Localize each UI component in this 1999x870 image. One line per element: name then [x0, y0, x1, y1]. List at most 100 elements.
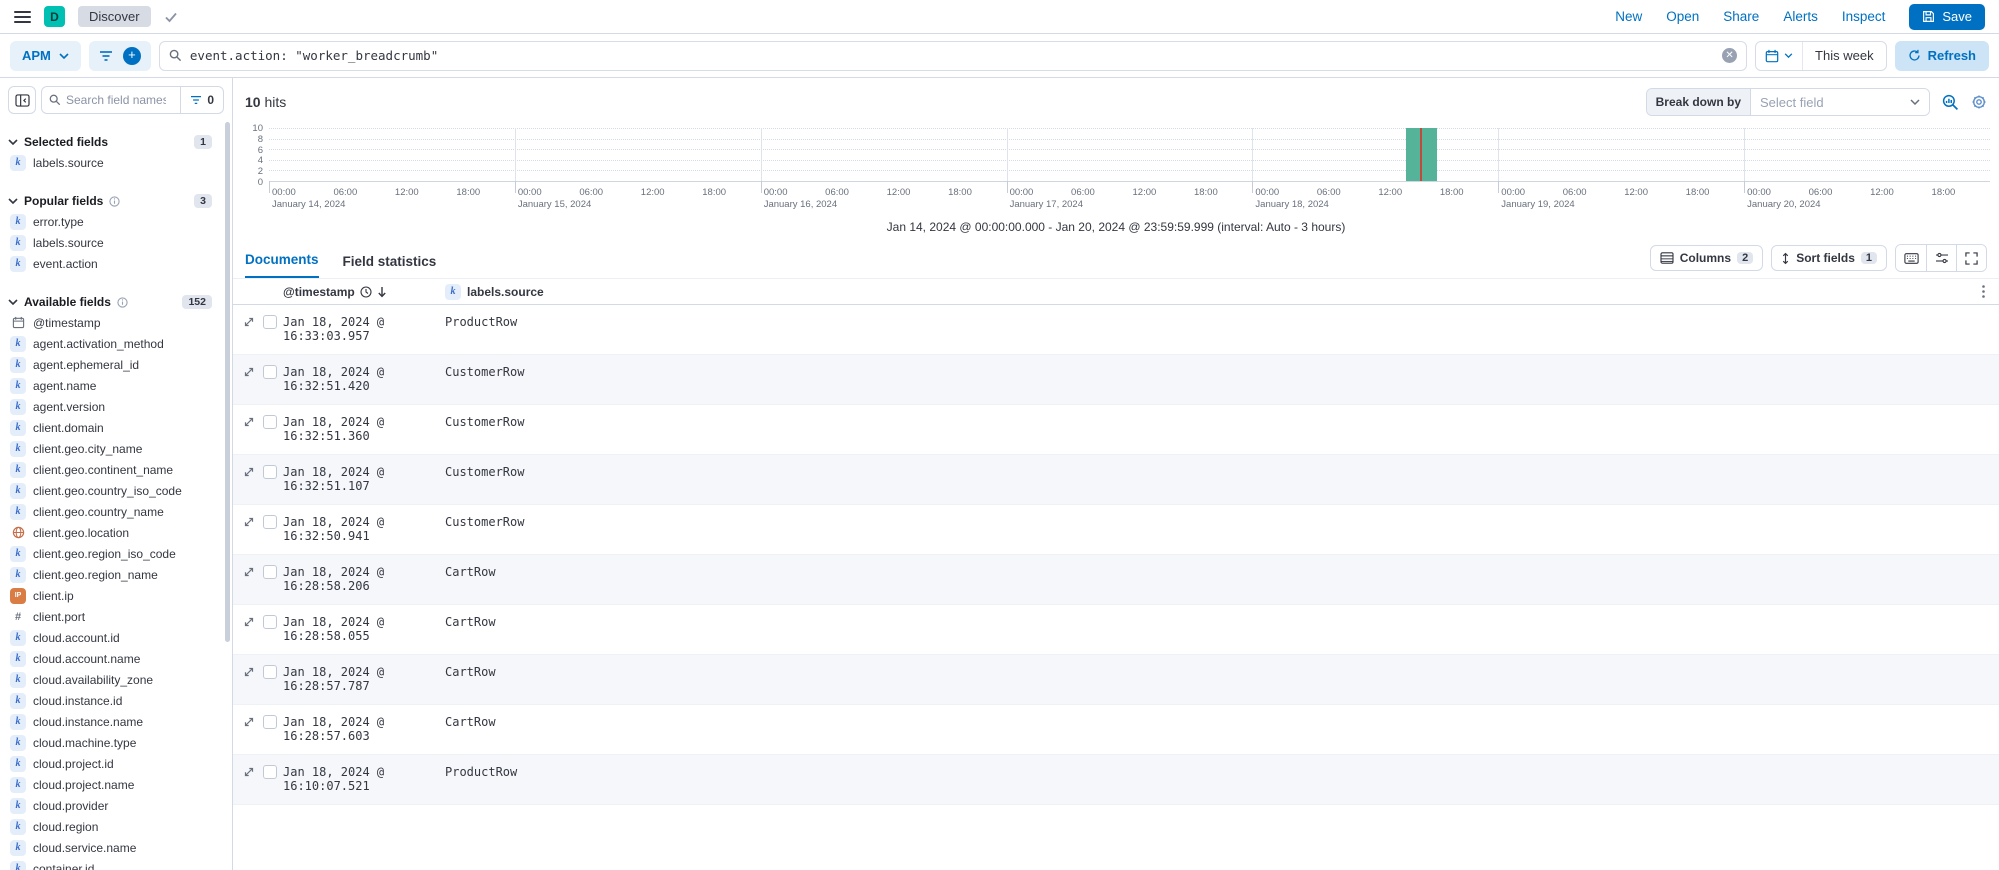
sidebar-field-item[interactable]: k container.id: [8, 858, 224, 870]
sidebar-field-item[interactable]: k error.type: [8, 211, 224, 232]
histogram-plot-area[interactable]: 00:00 06:00 12:00 18:00 January 14, 2024 00:0…: [269, 128, 1990, 210]
sidebar-field-item[interactable]: k cloud.instance.name: [8, 711, 224, 732]
table-row[interactable]: Jan 18, 2024 @ 16:32:51.420 CustomerRow: [233, 355, 1999, 405]
expand-document-icon[interactable]: [243, 566, 255, 578]
sidebar-field-item[interactable]: k labels.source: [8, 152, 224, 173]
breakdown-field-select[interactable]: Select field: [1751, 89, 1929, 115]
cell-labels-source[interactable]: ProductRow: [445, 765, 1999, 779]
tab-field-statistics[interactable]: Field statistics: [343, 254, 437, 278]
row-checkbox[interactable]: [263, 465, 277, 479]
cell-labels-source[interactable]: CartRow: [445, 565, 1999, 579]
cell-labels-source[interactable]: CartRow: [445, 615, 1999, 629]
expand-document-icon[interactable]: [243, 766, 255, 778]
explore-in-lens-icon[interactable]: [1942, 94, 1959, 111]
data-view-picker[interactable]: APM: [10, 40, 81, 71]
refresh-button[interactable]: Refresh: [1894, 40, 1989, 71]
column-header-timestamp[interactable]: @timestamp: [283, 285, 445, 299]
sidebar-field-item[interactable]: k cloud.availability_zone: [8, 669, 224, 690]
table-row[interactable]: Jan 18, 2024 @ 16:32:50.941 CustomerRow: [233, 505, 1999, 555]
sidebar-field-item[interactable]: k agent.name: [8, 375, 224, 396]
cell-timestamp[interactable]: Jan 18, 2024 @ 16:28:57.787: [283, 665, 445, 693]
inspect-link[interactable]: Inspect: [1842, 9, 1886, 24]
row-checkbox[interactable]: [263, 415, 277, 429]
table-row[interactable]: Jan 18, 2024 @ 16:10:07.521 ProductRow: [233, 755, 1999, 805]
cell-timestamp[interactable]: Jan 18, 2024 @ 16:28:58.055: [283, 615, 445, 643]
menu-icon[interactable]: [14, 10, 31, 23]
save-button[interactable]: Save: [1909, 3, 1985, 30]
expand-document-icon[interactable]: [243, 366, 255, 378]
clear-query-icon[interactable]: ✕: [1722, 48, 1738, 63]
cell-labels-source[interactable]: ProductRow: [445, 315, 1999, 329]
expand-document-icon[interactable]: [243, 716, 255, 728]
table-row[interactable]: Jan 18, 2024 @ 16:33:03.957 ProductRow: [233, 305, 1999, 355]
expand-document-icon[interactable]: [243, 466, 255, 478]
cell-timestamp[interactable]: Jan 18, 2024 @ 16:32:51.420: [283, 365, 445, 393]
sidebar-field-item[interactable]: k client.geo.city_name: [8, 438, 224, 459]
row-checkbox[interactable]: [263, 565, 277, 579]
cell-labels-source[interactable]: CartRow: [445, 715, 1999, 729]
available-fields-header[interactable]: Available fields 152: [8, 292, 224, 312]
open-link[interactable]: Open: [1666, 9, 1699, 24]
cell-labels-source[interactable]: CustomerRow: [445, 415, 1999, 429]
table-row[interactable]: Jan 18, 2024 @ 16:28:58.055 CartRow: [233, 605, 1999, 655]
sidebar-field-item[interactable]: k client.geo.region_iso_code: [8, 543, 224, 564]
alerts-link[interactable]: Alerts: [1783, 9, 1818, 24]
app-logo[interactable]: D: [44, 6, 65, 27]
gear-icon[interactable]: [1971, 94, 1987, 110]
sidebar-field-item[interactable]: k cloud.provider: [8, 795, 224, 816]
sidebar-field-item[interactable]: k client.geo.region_name: [8, 564, 224, 585]
sort-fields-button[interactable]: Sort fields 1: [1771, 245, 1887, 271]
row-checkbox[interactable]: [263, 365, 277, 379]
sidebar-field-item[interactable]: k event.action: [8, 253, 224, 274]
sidebar-field-item[interactable]: k labels.source: [8, 232, 224, 253]
sort-descending-icon[interactable]: [377, 286, 387, 298]
sidebar-field-item[interactable]: k client.geo.country_iso_code: [8, 480, 224, 501]
sidebar-field-item[interactable]: k agent.ephemeral_id: [8, 354, 224, 375]
breadcrumb-discover[interactable]: Discover: [78, 6, 151, 27]
expand-document-icon[interactable]: [243, 416, 255, 428]
sidebar-field-item[interactable]: k client.domain: [8, 417, 224, 438]
expand-document-icon[interactable]: [243, 666, 255, 678]
column-header-labels-source[interactable]: k labels.source: [445, 283, 1999, 300]
sidebar-field-item[interactable]: k agent.version: [8, 396, 224, 417]
sidebar-field-item[interactable]: k cloud.account.name: [8, 648, 224, 669]
table-row[interactable]: Jan 18, 2024 @ 16:28:58.206 CartRow: [233, 555, 1999, 605]
sidebar-field-item[interactable]: k agent.activation_method: [8, 333, 224, 354]
sidebar-field-item[interactable]: IP client.ip: [8, 585, 224, 606]
sidebar-field-item[interactable]: k cloud.account.id: [8, 627, 224, 648]
sidebar-field-item[interactable]: client.geo.location: [8, 522, 224, 543]
cell-timestamp[interactable]: Jan 18, 2024 @ 16:32:51.107: [283, 465, 445, 493]
table-row[interactable]: Jan 18, 2024 @ 16:32:51.107 CustomerRow: [233, 455, 1999, 505]
cell-timestamp[interactable]: Jan 18, 2024 @ 16:32:50.941: [283, 515, 445, 543]
cell-labels-source[interactable]: CustomerRow: [445, 465, 1999, 479]
grid-kebab-icon[interactable]: [1982, 285, 1999, 298]
add-filter-icon[interactable]: +: [122, 46, 141, 65]
sidebar-field-item[interactable]: k cloud.service.name: [8, 837, 224, 858]
table-row[interactable]: Jan 18, 2024 @ 16:28:57.603 CartRow: [233, 705, 1999, 755]
filter-icon[interactable]: [99, 50, 113, 62]
row-checkbox[interactable]: [263, 515, 277, 529]
keyboard-shortcuts-icon[interactable]: [1896, 245, 1926, 271]
row-checkbox[interactable]: [263, 665, 277, 679]
cell-labels-source[interactable]: CustomerRow: [445, 515, 1999, 529]
sidebar-field-item[interactable]: k cloud.project.id: [8, 753, 224, 774]
cell-timestamp[interactable]: Jan 18, 2024 @ 16:28:57.603: [283, 715, 445, 743]
sidebar-field-item[interactable]: @timestamp: [8, 312, 224, 333]
row-checkbox[interactable]: [263, 715, 277, 729]
sidebar-field-item[interactable]: k cloud.project.name: [8, 774, 224, 795]
sidebar-field-item[interactable]: k client.geo.country_name: [8, 501, 224, 522]
sidebar-field-item[interactable]: k cloud.machine.type: [8, 732, 224, 753]
cell-timestamp[interactable]: Jan 18, 2024 @ 16:33:03.957: [283, 315, 445, 343]
expand-document-icon[interactable]: [243, 516, 255, 528]
expand-document-icon[interactable]: [243, 316, 255, 328]
field-filter-button[interactable]: 0: [180, 87, 223, 113]
expand-document-icon[interactable]: [243, 616, 255, 628]
new-link[interactable]: New: [1615, 9, 1642, 24]
collapse-sidebar-button[interactable]: [8, 86, 36, 114]
sidebar-field-item[interactable]: # client.port: [8, 606, 224, 627]
table-row[interactable]: Jan 18, 2024 @ 16:32:51.360 CustomerRow: [233, 405, 1999, 455]
share-link[interactable]: Share: [1723, 9, 1759, 24]
field-search-input[interactable]: [66, 93, 166, 107]
cell-timestamp[interactable]: Jan 18, 2024 @ 16:28:58.206: [283, 565, 445, 593]
row-checkbox[interactable]: [263, 615, 277, 629]
